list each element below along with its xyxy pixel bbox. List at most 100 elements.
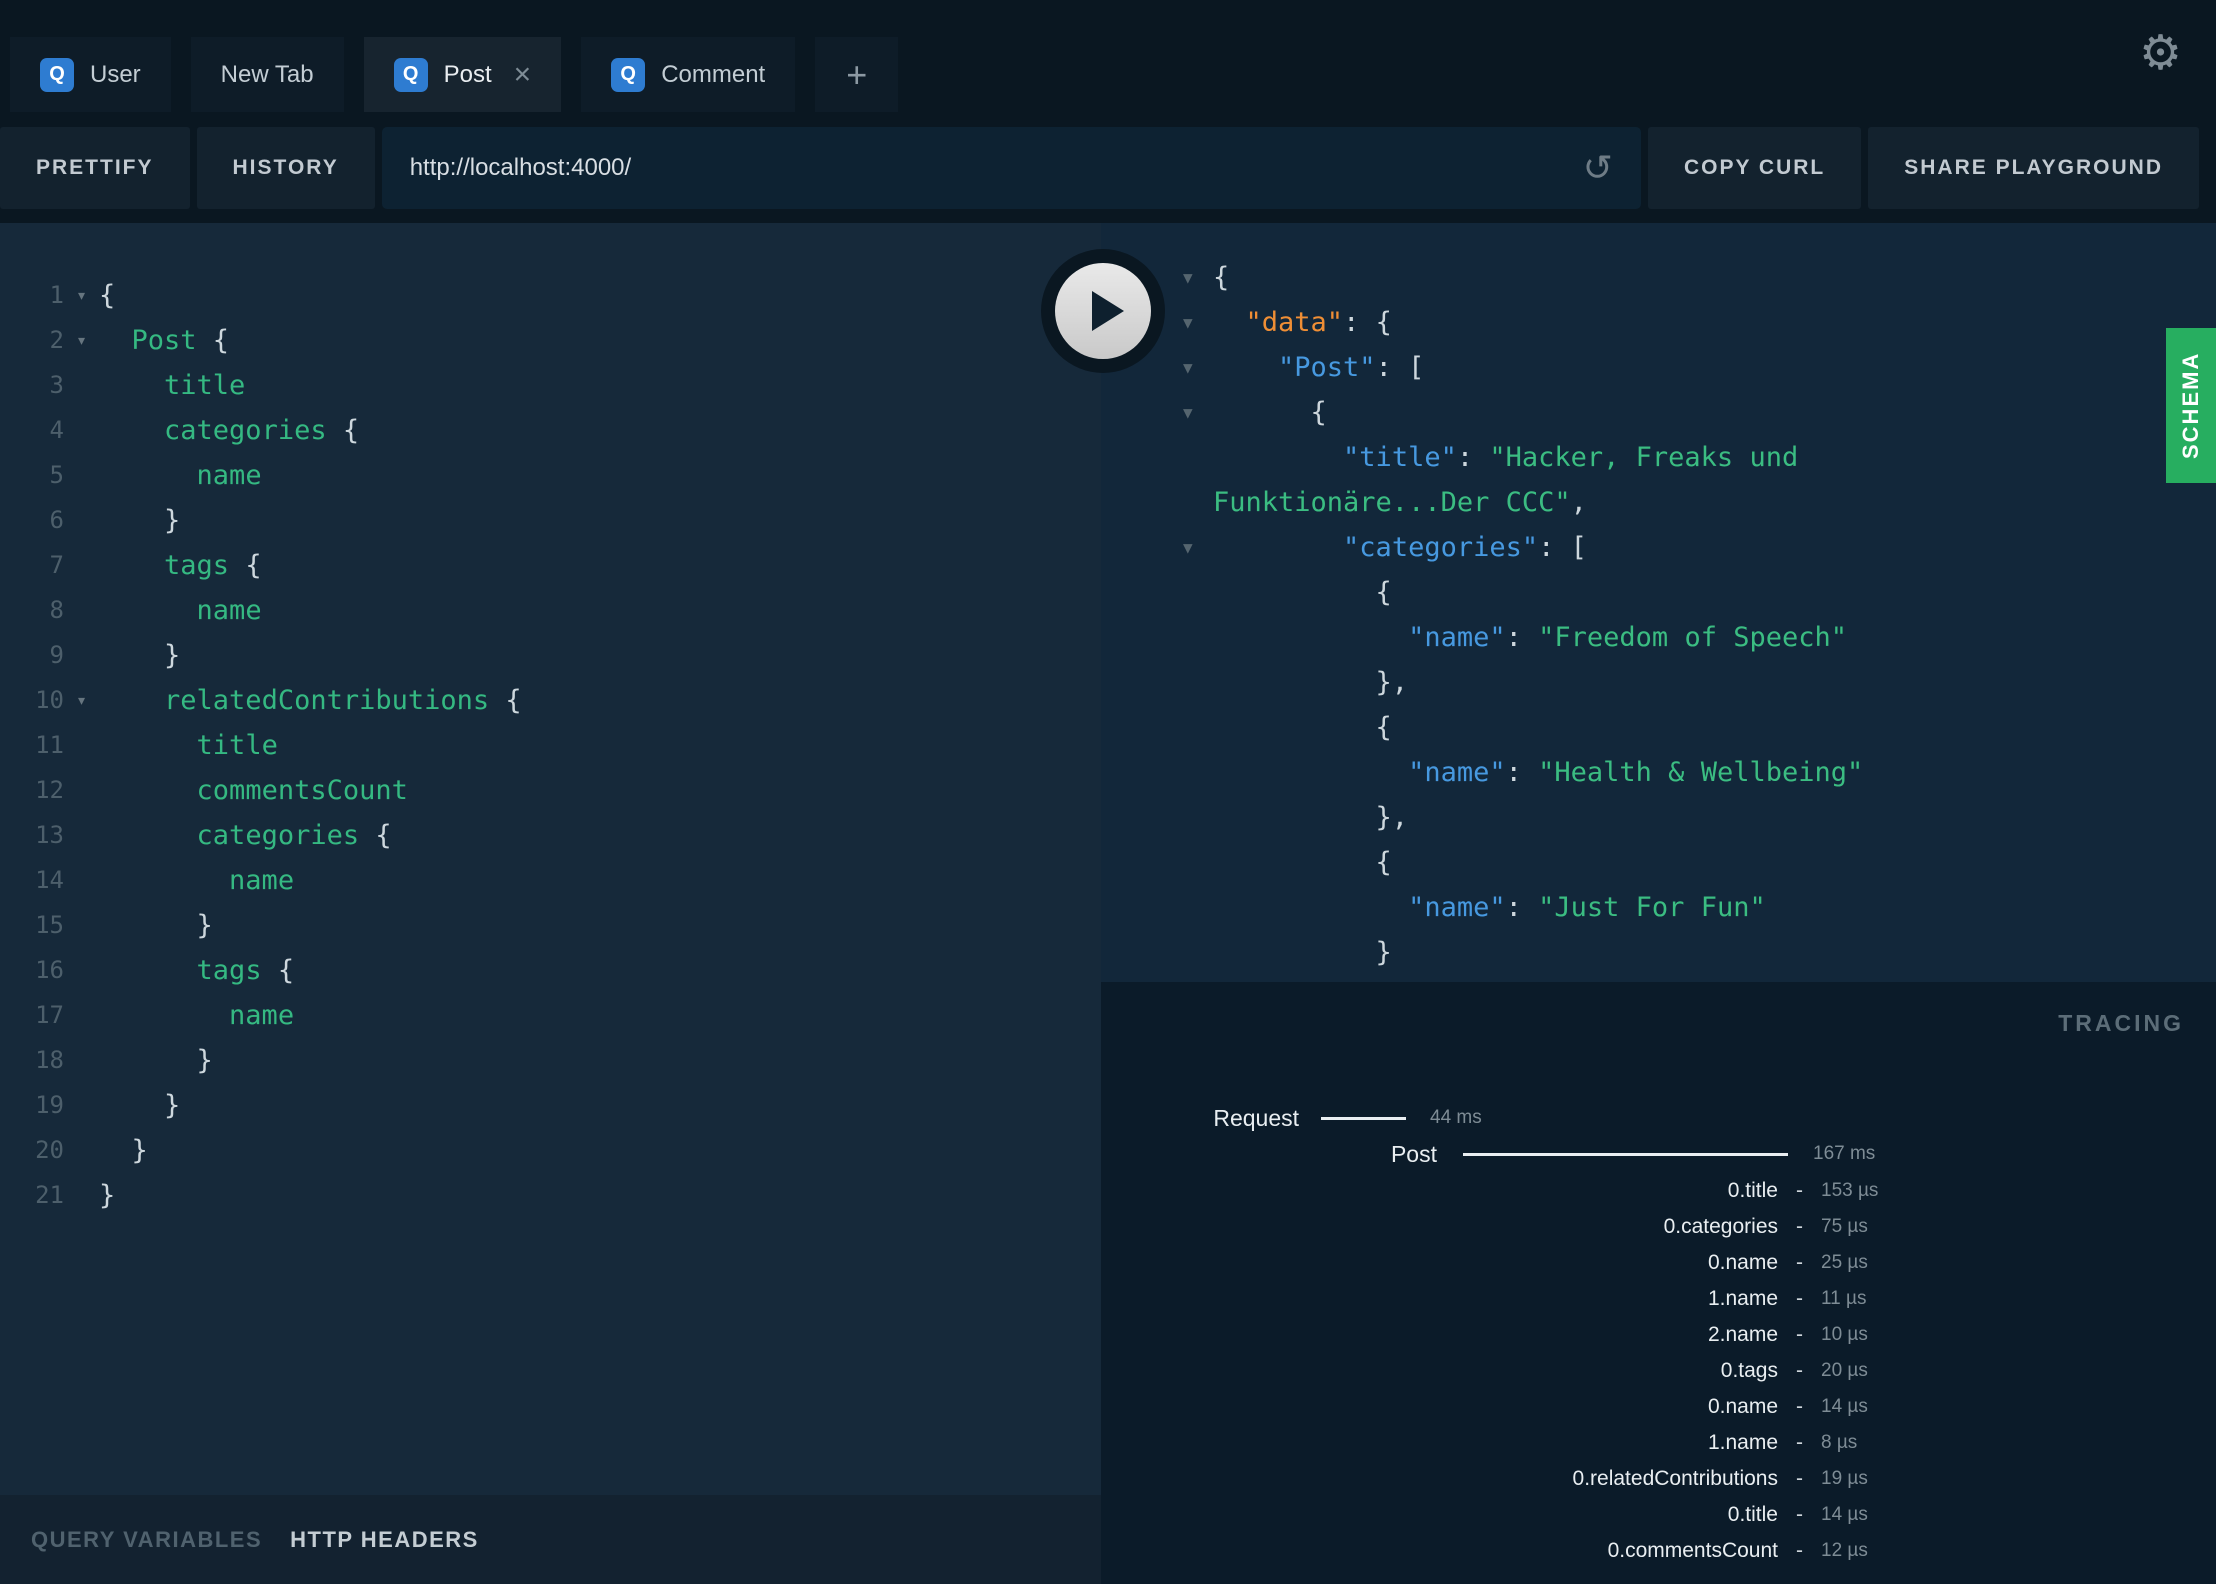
tracing-row-label: 0.relatedContributions — [1572, 1467, 1778, 1490]
tracing-row-label: 0.categories — [1663, 1215, 1778, 1238]
tab-user[interactable]: Q User — [10, 37, 171, 112]
editor-line: 20 } — [0, 1128, 1101, 1173]
tracing-row-label: 1.name — [1707, 1287, 1778, 1310]
result-pane: ▼{▼ "data": {▼ "Post": [▼ { "title": "Ha… — [1101, 223, 2216, 1584]
editor-line: 14 name — [0, 858, 1101, 903]
editor-line: 8 name — [0, 588, 1101, 633]
tab-post[interactable]: Q Post × — [363, 37, 562, 112]
collapse-arrow-icon[interactable]: ▼ — [1183, 390, 1193, 435]
editor-line: 11 title — [0, 723, 1101, 768]
new-tab-button[interactable]: + — [815, 37, 899, 112]
tracing-row: 1.name -8 µs — [1101, 1425, 2216, 1461]
tracing-row-dash: - — [1796, 1503, 1803, 1526]
line-number: 15 — [35, 911, 64, 939]
editor-line: 3 title — [0, 363, 1101, 408]
tracing-bar: Request 44 ms — [1101, 1100, 2216, 1136]
endpoint-url-input[interactable] — [409, 154, 1563, 182]
tracing-row-duration: 12 µs — [1821, 1540, 1868, 1561]
execute-button[interactable] — [1041, 249, 1165, 373]
fold-gutter — [64, 813, 99, 858]
tracing-row-dash: - — [1796, 1539, 1803, 1562]
line-number: 17 — [35, 1001, 64, 1029]
tracing-row: 0.title -14 µs — [1101, 1497, 2216, 1533]
tracing-row-label: 0.name — [1707, 1395, 1778, 1418]
response-line: "title": "Hacker, Freaks und — [1343, 442, 1799, 473]
tracing-row-label: 0.title — [1727, 1179, 1778, 1202]
editor-footer: QUERY VARIABLES HTTP HEADERS — [0, 1495, 1101, 1584]
tracing-row-duration: 14 µs — [1821, 1396, 1868, 1417]
copy-curl-button[interactable]: COPY CURL — [1647, 127, 1862, 209]
tracing-row-duration: 14 µs — [1821, 1504, 1868, 1525]
code-text: } — [99, 1180, 116, 1211]
code-text: } — [99, 1090, 181, 1121]
code-text: title — [164, 370, 246, 401]
tracing-row-label: 0.commentsCount — [1607, 1539, 1778, 1562]
code-text: tags { — [196, 955, 295, 986]
reload-icon[interactable]: ↺ — [1583, 150, 1613, 186]
prettify-button[interactable]: PRETTIFY — [0, 127, 190, 209]
tab-comment[interactable]: Q Comment — [581, 37, 796, 112]
settings-gear-icon[interactable]: ⚙ — [2139, 30, 2182, 78]
fold-gutter — [64, 363, 99, 408]
tab-label: New Tab — [220, 60, 314, 88]
fold-gutter — [64, 498, 99, 543]
code-text: Post { — [131, 325, 230, 356]
tracing-row-label: 0.tags — [1720, 1359, 1778, 1382]
code-text: commentsCount — [196, 775, 408, 806]
response-line: } — [1213, 937, 1392, 968]
response-line: ▼{ — [1183, 255, 2216, 300]
editor-line: 13 categories { — [0, 813, 1101, 858]
line-number: 6 — [49, 506, 64, 534]
line-number: 21 — [35, 1181, 64, 1209]
tracing-bar-duration: 167 ms — [1813, 1143, 1876, 1164]
response-line: ▼ "categories": [ — [1183, 525, 2216, 570]
line-number: 20 — [35, 1136, 64, 1164]
fold-gutter — [64, 858, 99, 903]
line-number: 5 — [49, 461, 64, 489]
endpoint-url-box: ↺ — [381, 127, 1641, 209]
query-editor-pane[interactable]: 1 ▾{2 ▾ Post {3 title 4 categories {5 name 6… — [0, 223, 1101, 1584]
fold-gutter — [64, 1173, 99, 1218]
history-button[interactable]: HISTORY — [196, 127, 375, 209]
code-text: categories { — [196, 820, 392, 851]
collapse-arrow-icon[interactable]: ▼ — [1183, 345, 1193, 390]
editor-line: 1 ▾{ — [0, 273, 1101, 318]
fold-arrow-icon[interactable]: ▾ — [64, 678, 99, 723]
close-tab-icon[interactable]: × — [514, 59, 532, 90]
collapse-arrow-icon[interactable]: ▼ — [1183, 300, 1193, 345]
collapse-arrow-icon[interactable]: ▼ — [1183, 255, 1193, 300]
tracing-bar-line — [1463, 1152, 1788, 1156]
line-number: 1 — [49, 281, 64, 309]
line-number: 16 — [35, 956, 64, 984]
tracing-row-duration: 20 µs — [1821, 1360, 1868, 1381]
fold-gutter — [64, 948, 99, 993]
query-badge-icon: Q — [393, 57, 428, 92]
query-variables-tab[interactable]: QUERY VARIABLES — [31, 1527, 262, 1553]
tracing-title: TRACING — [2058, 1010, 2184, 1036]
tab-new-tab[interactable]: New Tab — [190, 37, 344, 112]
line-number: 10 — [35, 686, 64, 714]
tracing-bar-label: Post — [1390, 1140, 1437, 1167]
response-line: Funktionäre...Der CCC", — [1213, 487, 1587, 518]
http-headers-tab[interactable]: HTTP HEADERS — [290, 1527, 479, 1553]
response-line: { — [1213, 847, 1392, 878]
fold-gutter — [64, 1038, 99, 1083]
editor-line: 9 } — [0, 633, 1101, 678]
tracing-row-duration: 8 µs — [1821, 1432, 1858, 1453]
fold-arrow-icon[interactable]: ▾ — [64, 273, 99, 318]
fold-gutter — [64, 408, 99, 453]
line-number: 19 — [35, 1091, 64, 1119]
schema-side-tab[interactable]: SCHEMA — [2166, 328, 2216, 483]
line-number: 2 — [49, 326, 64, 354]
code-text: relatedContributions { — [164, 685, 522, 716]
editor-line: 7 tags { — [0, 543, 1101, 588]
fold-arrow-icon[interactable]: ▾ — [64, 318, 99, 363]
share-playground-button[interactable]: SHARE PLAYGROUND — [1868, 127, 2199, 209]
response-line: ] — [1213, 975, 2216, 982]
query-editor-code[interactable]: 1 ▾{2 ▾ Post {3 title 4 categories {5 name 6… — [0, 223, 1101, 1218]
collapse-arrow-icon[interactable]: ▼ — [1183, 525, 1193, 570]
fold-gutter — [64, 1128, 99, 1173]
tracing-row: 0.name -14 µs — [1101, 1389, 2216, 1425]
tracing-row-duration: 25 µs — [1821, 1252, 1868, 1273]
response-viewer: ▼{▼ "data": {▼ "Post": [▼ { "title": "Ha… — [1101, 223, 2216, 982]
